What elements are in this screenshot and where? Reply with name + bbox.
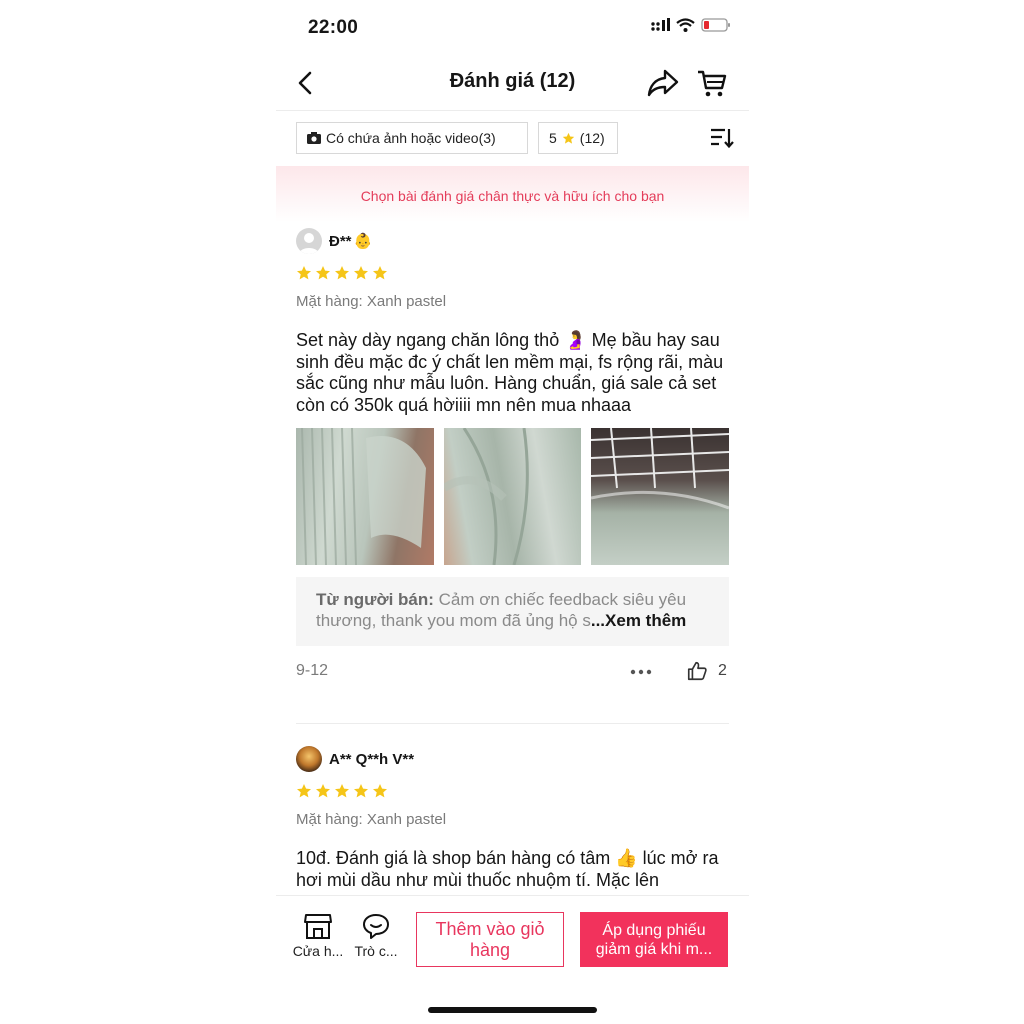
rating-stars	[296, 783, 729, 801]
star-icon	[316, 784, 330, 798]
star-icon	[316, 266, 330, 280]
star-icon	[373, 266, 387, 280]
filter-media-chip[interactable]: Có chứa ảnh hoặc video(3)	[296, 122, 528, 154]
share-icon[interactable]	[646, 68, 680, 98]
review-photo[interactable]	[591, 428, 730, 565]
chat-label: Trò c...	[354, 943, 398, 959]
apply-voucher-label: Áp dụng phiếu giảm giá khi m...	[595, 921, 713, 958]
review-card: A** Q**h V** Mặt hàng: Xanh pastel 10đ. …	[296, 745, 729, 891]
status-bar: 22:00	[276, 0, 749, 56]
reviewer-emoji: 👶	[353, 233, 373, 250]
star-icon	[354, 266, 368, 280]
chat-icon	[363, 914, 389, 939]
filter-bar: Có chứa ảnh hoặc video(3) 5 (12)	[276, 110, 749, 166]
rating-stars	[296, 265, 729, 283]
more-options-icon[interactable]	[630, 662, 652, 682]
review-card: Đ** 👶 Mặt hàng: Xanh pastel Set này dày …	[296, 227, 730, 682]
seller-reply: Từ người bán: Cảm ơn chiếc feedback siêu…	[296, 577, 729, 646]
review-date: 9-12	[296, 662, 329, 679]
star-icon	[297, 266, 311, 280]
review-user: A** Q**h V**	[296, 745, 729, 773]
shop-button[interactable]: Cửa h...	[290, 912, 346, 959]
like-button[interactable]: 2	[686, 660, 727, 682]
see-more-link[interactable]: ...Xem thêm	[591, 611, 686, 630]
info-banner: Chọn bài đánh giá chân thực và hữu ích c…	[276, 166, 749, 222]
review-photo[interactable]	[296, 428, 434, 565]
like-count: 2	[718, 662, 727, 679]
banner-text: Chọn bài đánh giá chân thực và hữu ích c…	[360, 188, 665, 204]
product-variant: Mặt hàng: Xanh pastel	[296, 293, 447, 310]
cellular-signal-icon	[651, 18, 670, 31]
star-icon	[562, 132, 574, 144]
review-photo[interactable]	[443, 428, 582, 565]
star-icon	[335, 784, 349, 798]
status-time: 22:00	[308, 17, 359, 38]
phone-screen: 22:00 Đánh giá (12) Có chứa ảnh hoặc vid…	[276, 0, 749, 1024]
review-meta: 9-12 2	[296, 660, 729, 682]
cart-icon[interactable]	[696, 68, 728, 98]
review-photos	[296, 428, 730, 565]
packaged-product-photo	[591, 428, 730, 510]
store-icon	[304, 914, 332, 939]
seller-reply-label: Từ người bán:	[316, 590, 434, 609]
default-avatar-icon	[299, 233, 319, 254]
avatar	[296, 746, 322, 772]
add-to-cart-label: Thêm vào giỏ hàng	[435, 918, 545, 960]
top-nav-bar: Đánh giá (12)	[276, 56, 749, 111]
review-text: Set này dày ngang chăn lông thỏ 🤰 Mẹ bầu…	[296, 330, 724, 415]
wifi-icon	[676, 18, 695, 32]
review-text: 10đ. Đánh giá là shop bán hàng có tâm 👍 …	[296, 848, 719, 890]
status-icons	[650, 18, 731, 32]
product-variant: Mặt hàng: Xanh pastel	[296, 811, 447, 828]
filter-rating-count: (12)	[579, 130, 605, 146]
star-icon	[335, 266, 349, 280]
avatar	[296, 228, 322, 254]
shop-label: Cửa h...	[292, 943, 344, 959]
filter-media-label: Có chứa ảnh hoặc video(3)	[326, 130, 496, 146]
review-user: Đ** 👶	[296, 227, 729, 255]
knit-fabric-photo	[443, 428, 529, 565]
camera-icon	[307, 132, 321, 144]
bottom-action-bar: Cửa h... Trò c... Thêm vào giỏ hàng Áp d…	[276, 895, 749, 976]
star-icon	[354, 784, 368, 798]
battery-icon	[701, 18, 730, 32]
sort-icon[interactable]	[710, 127, 734, 149]
reviewer-name: A** Q**h V**	[329, 750, 415, 768]
reviewer-name: Đ**	[329, 232, 352, 250]
knit-fabric-photo	[301, 428, 426, 565]
home-indicator[interactable]	[428, 1007, 597, 1013]
thumbs-up-icon	[687, 661, 707, 681]
review-divider	[296, 723, 729, 724]
star-icon	[373, 784, 387, 798]
filter-rating-chip[interactable]: 5 (12)	[538, 122, 618, 154]
filter-rating-value: 5	[549, 130, 557, 146]
chat-button[interactable]: Trò c...	[348, 912, 404, 959]
add-to-cart-button[interactable]: Thêm vào giỏ hàng	[416, 912, 564, 967]
apply-voucher-button[interactable]: Áp dụng phiếu giảm giá khi m...	[580, 912, 728, 967]
star-icon	[297, 784, 311, 798]
